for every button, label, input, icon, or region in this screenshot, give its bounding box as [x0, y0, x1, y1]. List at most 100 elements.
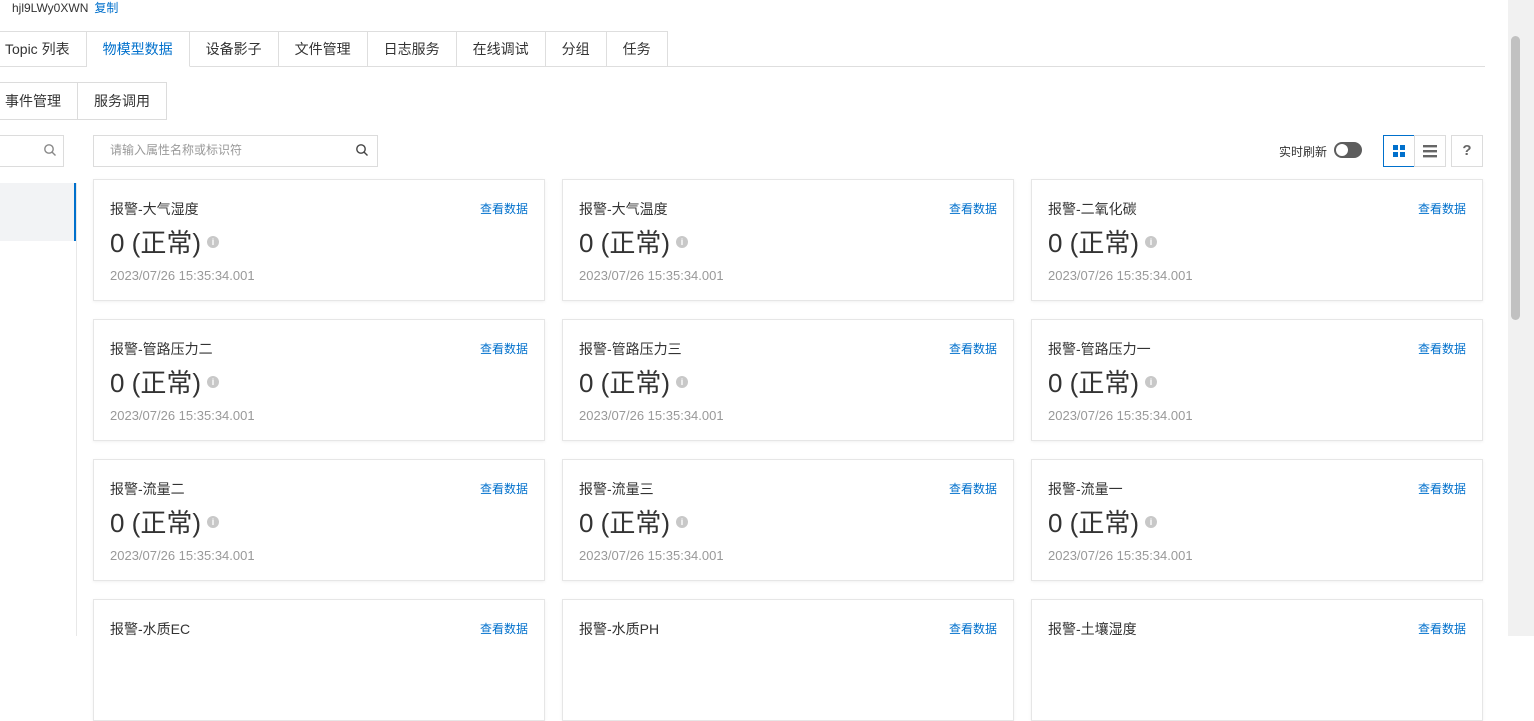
view-data-link[interactable]: 查看数据 — [480, 480, 528, 497]
search-icon[interactable] — [355, 143, 369, 162]
property-value-row: 0 (正常) i — [110, 226, 220, 260]
list-view-button[interactable] — [1414, 135, 1446, 167]
view-data-link[interactable]: 查看数据 — [1418, 200, 1466, 217]
view-data-link[interactable]: 查看数据 — [1418, 480, 1466, 497]
realtime-refresh-toggle[interactable] — [1334, 142, 1362, 158]
property-timestamp: 2023/07/26 15:35:34.001 — [1048, 268, 1193, 283]
property-card: 报警-流量三 查看数据 0 (正常) i 2023/07/26 15:35:34.… — [562, 459, 1014, 581]
tab-device-shadow[interactable]: 设备影子 — [189, 31, 279, 67]
view-data-link[interactable]: 查看数据 — [1418, 340, 1466, 357]
view-data-link[interactable]: 查看数据 — [1418, 620, 1466, 637]
realtime-refresh-label: 实时刷新 — [1279, 145, 1328, 159]
property-value: 0 (正常) — [110, 368, 202, 398]
property-name: 报警-管路压力一 — [1048, 341, 1151, 357]
info-icon[interactable]: i — [676, 236, 689, 249]
left-panel-divider — [76, 183, 77, 636]
tab-online-debug[interactable]: 在线调试 — [456, 31, 546, 67]
tab-group[interactable]: 分组 — [545, 31, 607, 67]
property-search — [93, 135, 378, 167]
view-data-link[interactable]: 查看数据 — [949, 620, 997, 637]
property-value: 0 (正常) — [1048, 228, 1140, 258]
property-name: 报警-流量三 — [579, 481, 654, 497]
property-value-row: 0 (正常) i — [1048, 366, 1158, 400]
property-timestamp: 2023/07/26 15:35:34.001 — [110, 548, 255, 563]
property-name: 报警-流量二 — [110, 481, 185, 497]
property-timestamp: 2023/07/26 15:35:34.001 — [579, 268, 724, 283]
property-name: 报警-水质PH — [579, 621, 660, 637]
main-tabs: Topic 列表 物模型数据 设备影子 文件管理 日志服务 在线调试 分组 任务 — [0, 31, 668, 67]
property-timestamp: 2023/07/26 15:35:34.001 — [1048, 408, 1193, 423]
property-value: 0 (正常) — [579, 508, 671, 538]
info-icon[interactable]: i — [1145, 236, 1158, 249]
property-value: 0 (正常) — [579, 228, 671, 258]
info-icon[interactable]: i — [207, 236, 220, 249]
subtab-event-management[interactable]: 事件管理 — [0, 82, 78, 120]
view-data-link[interactable]: 查看数据 — [949, 340, 997, 357]
subtab-service-call[interactable]: 服务调用 — [78, 82, 167, 120]
property-value-row: 0 (正常) i — [1048, 226, 1158, 260]
info-icon[interactable]: i — [676, 516, 689, 529]
property-card: 报警-管路压力三 查看数据 0 (正常) i 2023/07/26 15:35:3… — [562, 319, 1014, 441]
grid-icon — [1393, 145, 1405, 157]
tab-file-management[interactable]: 文件管理 — [278, 31, 368, 67]
property-value: 0 (正常) — [1048, 508, 1140, 538]
property-card: 报警-二氧化碳 查看数据 0 (正常) i 2023/07/26 15:35:34… — [1031, 179, 1483, 301]
tab-task[interactable]: 任务 — [606, 31, 668, 67]
property-card: 报警-管路压力一 查看数据 0 (正常) i 2023/07/26 15:35:3… — [1031, 319, 1483, 441]
tab-topic-list[interactable]: Topic 列表 — [0, 31, 87, 67]
property-name: 报警-管路压力二 — [110, 341, 213, 357]
view-data-link[interactable]: 查看数据 — [480, 620, 528, 637]
scrollbar-thumb[interactable] — [1511, 36, 1520, 320]
property-timestamp: 2023/07/26 15:35:34.001 — [110, 408, 255, 423]
module-list-item-active[interactable] — [0, 183, 76, 241]
property-name: 报警-流量一 — [1048, 481, 1123, 497]
copy-link[interactable]: 复制 — [94, 1, 118, 15]
property-value-row: 0 (正常) i — [110, 506, 220, 540]
sub-tabs: 事件管理 服务调用 — [0, 82, 167, 120]
property-timestamp: 2023/07/26 15:35:34.001 — [579, 548, 724, 563]
property-card: 报警-水质PH 查看数据 — [562, 599, 1014, 721]
property-card: 报警-管路压力二 查看数据 0 (正常) i 2023/07/26 15:35:3… — [93, 319, 545, 441]
tab-thing-model-data[interactable]: 物模型数据 — [86, 31, 190, 67]
info-icon[interactable]: i — [1145, 516, 1158, 529]
property-value-row: 0 (正常) i — [110, 366, 220, 400]
info-icon[interactable]: i — [207, 376, 220, 389]
info-icon[interactable]: i — [676, 376, 689, 389]
property-value-row: 0 (正常) i — [579, 366, 689, 400]
property-value: 0 (正常) — [579, 368, 671, 398]
property-card: 报警-土壤湿度 查看数据 — [1031, 599, 1483, 721]
grid-view-button[interactable] — [1383, 135, 1415, 167]
property-card: 报警-大气湿度 查看数据 0 (正常) i 2023/07/26 15:35:34… — [93, 179, 545, 301]
tab-log-service[interactable]: 日志服务 — [367, 31, 457, 67]
property-timestamp: 2023/07/26 15:35:34.001 — [1048, 548, 1193, 563]
info-icon[interactable]: i — [1145, 376, 1158, 389]
property-timestamp: 2023/07/26 15:35:34.001 — [110, 268, 255, 283]
property-timestamp: 2023/07/26 15:35:34.001 — [579, 408, 724, 423]
property-name: 报警-大气温度 — [579, 201, 668, 217]
view-data-link[interactable]: 查看数据 — [949, 200, 997, 217]
property-value-row: 0 (正常) i — [579, 226, 689, 260]
property-value: 0 (正常) — [1048, 368, 1140, 398]
view-data-link[interactable]: 查看数据 — [480, 200, 528, 217]
search-icon[interactable] — [43, 143, 57, 162]
list-icon — [1423, 145, 1437, 158]
help-button[interactable]: ? — [1451, 135, 1483, 167]
toggle-knob — [1336, 144, 1348, 156]
device-id-line: hjl9LWy0XWN 复制 — [12, 0, 118, 16]
property-card: 报警-流量一 查看数据 0 (正常) i 2023/07/26 15:35:34.… — [1031, 459, 1483, 581]
property-name: 报警-土壤湿度 — [1048, 621, 1137, 637]
property-name: 报警-二氧化碳 — [1048, 201, 1137, 217]
module-search-input[interactable] — [0, 135, 64, 167]
property-value-row: 0 (正常) i — [579, 506, 689, 540]
property-card: 报警-大气温度 查看数据 0 (正常) i 2023/07/26 15:35:34… — [562, 179, 1014, 301]
view-data-link[interactable]: 查看数据 — [480, 340, 528, 357]
info-icon[interactable]: i — [207, 516, 220, 529]
device-id: hjl9LWy0XWN — [12, 1, 89, 15]
property-name: 报警-管路压力三 — [579, 341, 682, 357]
property-value: 0 (正常) — [110, 508, 202, 538]
property-card: 报警-流量二 查看数据 0 (正常) i 2023/07/26 15:35:34.… — [93, 459, 545, 581]
view-data-link[interactable]: 查看数据 — [949, 480, 997, 497]
property-value: 0 (正常) — [110, 228, 202, 258]
property-search-input[interactable] — [94, 136, 350, 164]
property-name: 报警-水质EC — [110, 621, 191, 637]
